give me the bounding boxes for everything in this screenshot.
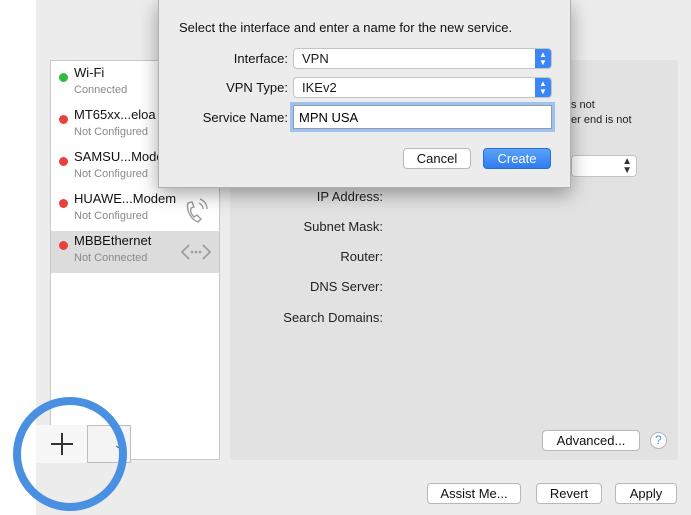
status-text-fragment: s not	[571, 99, 595, 111]
search-domains-label: Search Domains:	[283, 310, 383, 325]
subnet-mask-label: Subnet Mask:	[303, 219, 384, 234]
add-service-button[interactable]	[36, 425, 88, 463]
service-name: HUAWE...Modem	[74, 191, 177, 206]
service-status: Connected	[74, 84, 128, 96]
status-dot	[59, 157, 68, 166]
status-dot	[59, 199, 68, 208]
configure-select[interactable]: ▲ ▼	[571, 155, 637, 177]
vpn-type-popup[interactable]: IKEv2 ▲ ▼	[293, 77, 552, 98]
status-dot	[59, 241, 68, 250]
service-status: Not Configured	[74, 126, 148, 138]
help-button[interactable]: ?	[650, 432, 667, 449]
router-label: Router:	[340, 249, 383, 264]
updown-chevron-icon: ▲ ▼	[535, 78, 551, 97]
service-name: Wi-Fi	[74, 65, 105, 80]
service-name: SAMSU...Mode	[74, 149, 164, 164]
interface-label: Interface:	[233, 51, 288, 66]
assist-me-button[interactable]: Assist Me...	[427, 483, 521, 504]
vpn-type-value: IKEv2	[302, 80, 337, 95]
service-item-huawei[interactable]: HUAWE...Modem Not Configured	[51, 189, 219, 231]
apply-button[interactable]: Apply	[615, 483, 677, 504]
updown-chevron-icon: ▲ ▼	[535, 49, 551, 68]
service-name-input[interactable]	[293, 105, 552, 129]
updown-chevron-icon: ▲ ▼	[622, 156, 632, 176]
plus-icon-stroke	[61, 433, 63, 455]
service-status: Not Configured	[74, 168, 148, 180]
ethernet-icon	[180, 244, 212, 260]
ip-address-label: IP Address:	[316, 189, 383, 204]
status-dot	[59, 115, 68, 124]
service-name: MT65xx...eloa	[74, 107, 156, 122]
window-left-edge	[0, 0, 36, 515]
service-item-mbbethernet[interactable]: MBBEthernet Not Connected	[51, 231, 219, 273]
interface-popup[interactable]: VPN ▲ ▼	[293, 48, 552, 69]
vpn-type-label: VPN Type:	[226, 80, 288, 95]
interface-value: VPN	[302, 51, 329, 66]
service-name: MBBEthernet	[74, 233, 152, 248]
service-name-label: Service Name:	[202, 110, 288, 125]
status-text-fragment: er end is not	[571, 114, 632, 126]
service-status: Not Connected	[74, 252, 148, 264]
status-dot	[59, 73, 68, 82]
create-button[interactable]: Create	[483, 148, 551, 169]
phone-icon	[186, 198, 208, 223]
dns-server-label: DNS Server:	[310, 279, 383, 294]
advanced-button[interactable]: Advanced...	[542, 430, 640, 451]
cancel-button[interactable]: Cancel	[403, 148, 471, 169]
service-status: Not Configured	[74, 210, 148, 222]
chevron-down-icon[interactable]: ⌄	[114, 440, 122, 451]
revert-button[interactable]: Revert	[536, 483, 602, 504]
new-service-sheet: Select the interface and enter a name fo…	[158, 0, 571, 188]
sheet-prompt: Select the interface and enter a name fo…	[179, 20, 513, 35]
